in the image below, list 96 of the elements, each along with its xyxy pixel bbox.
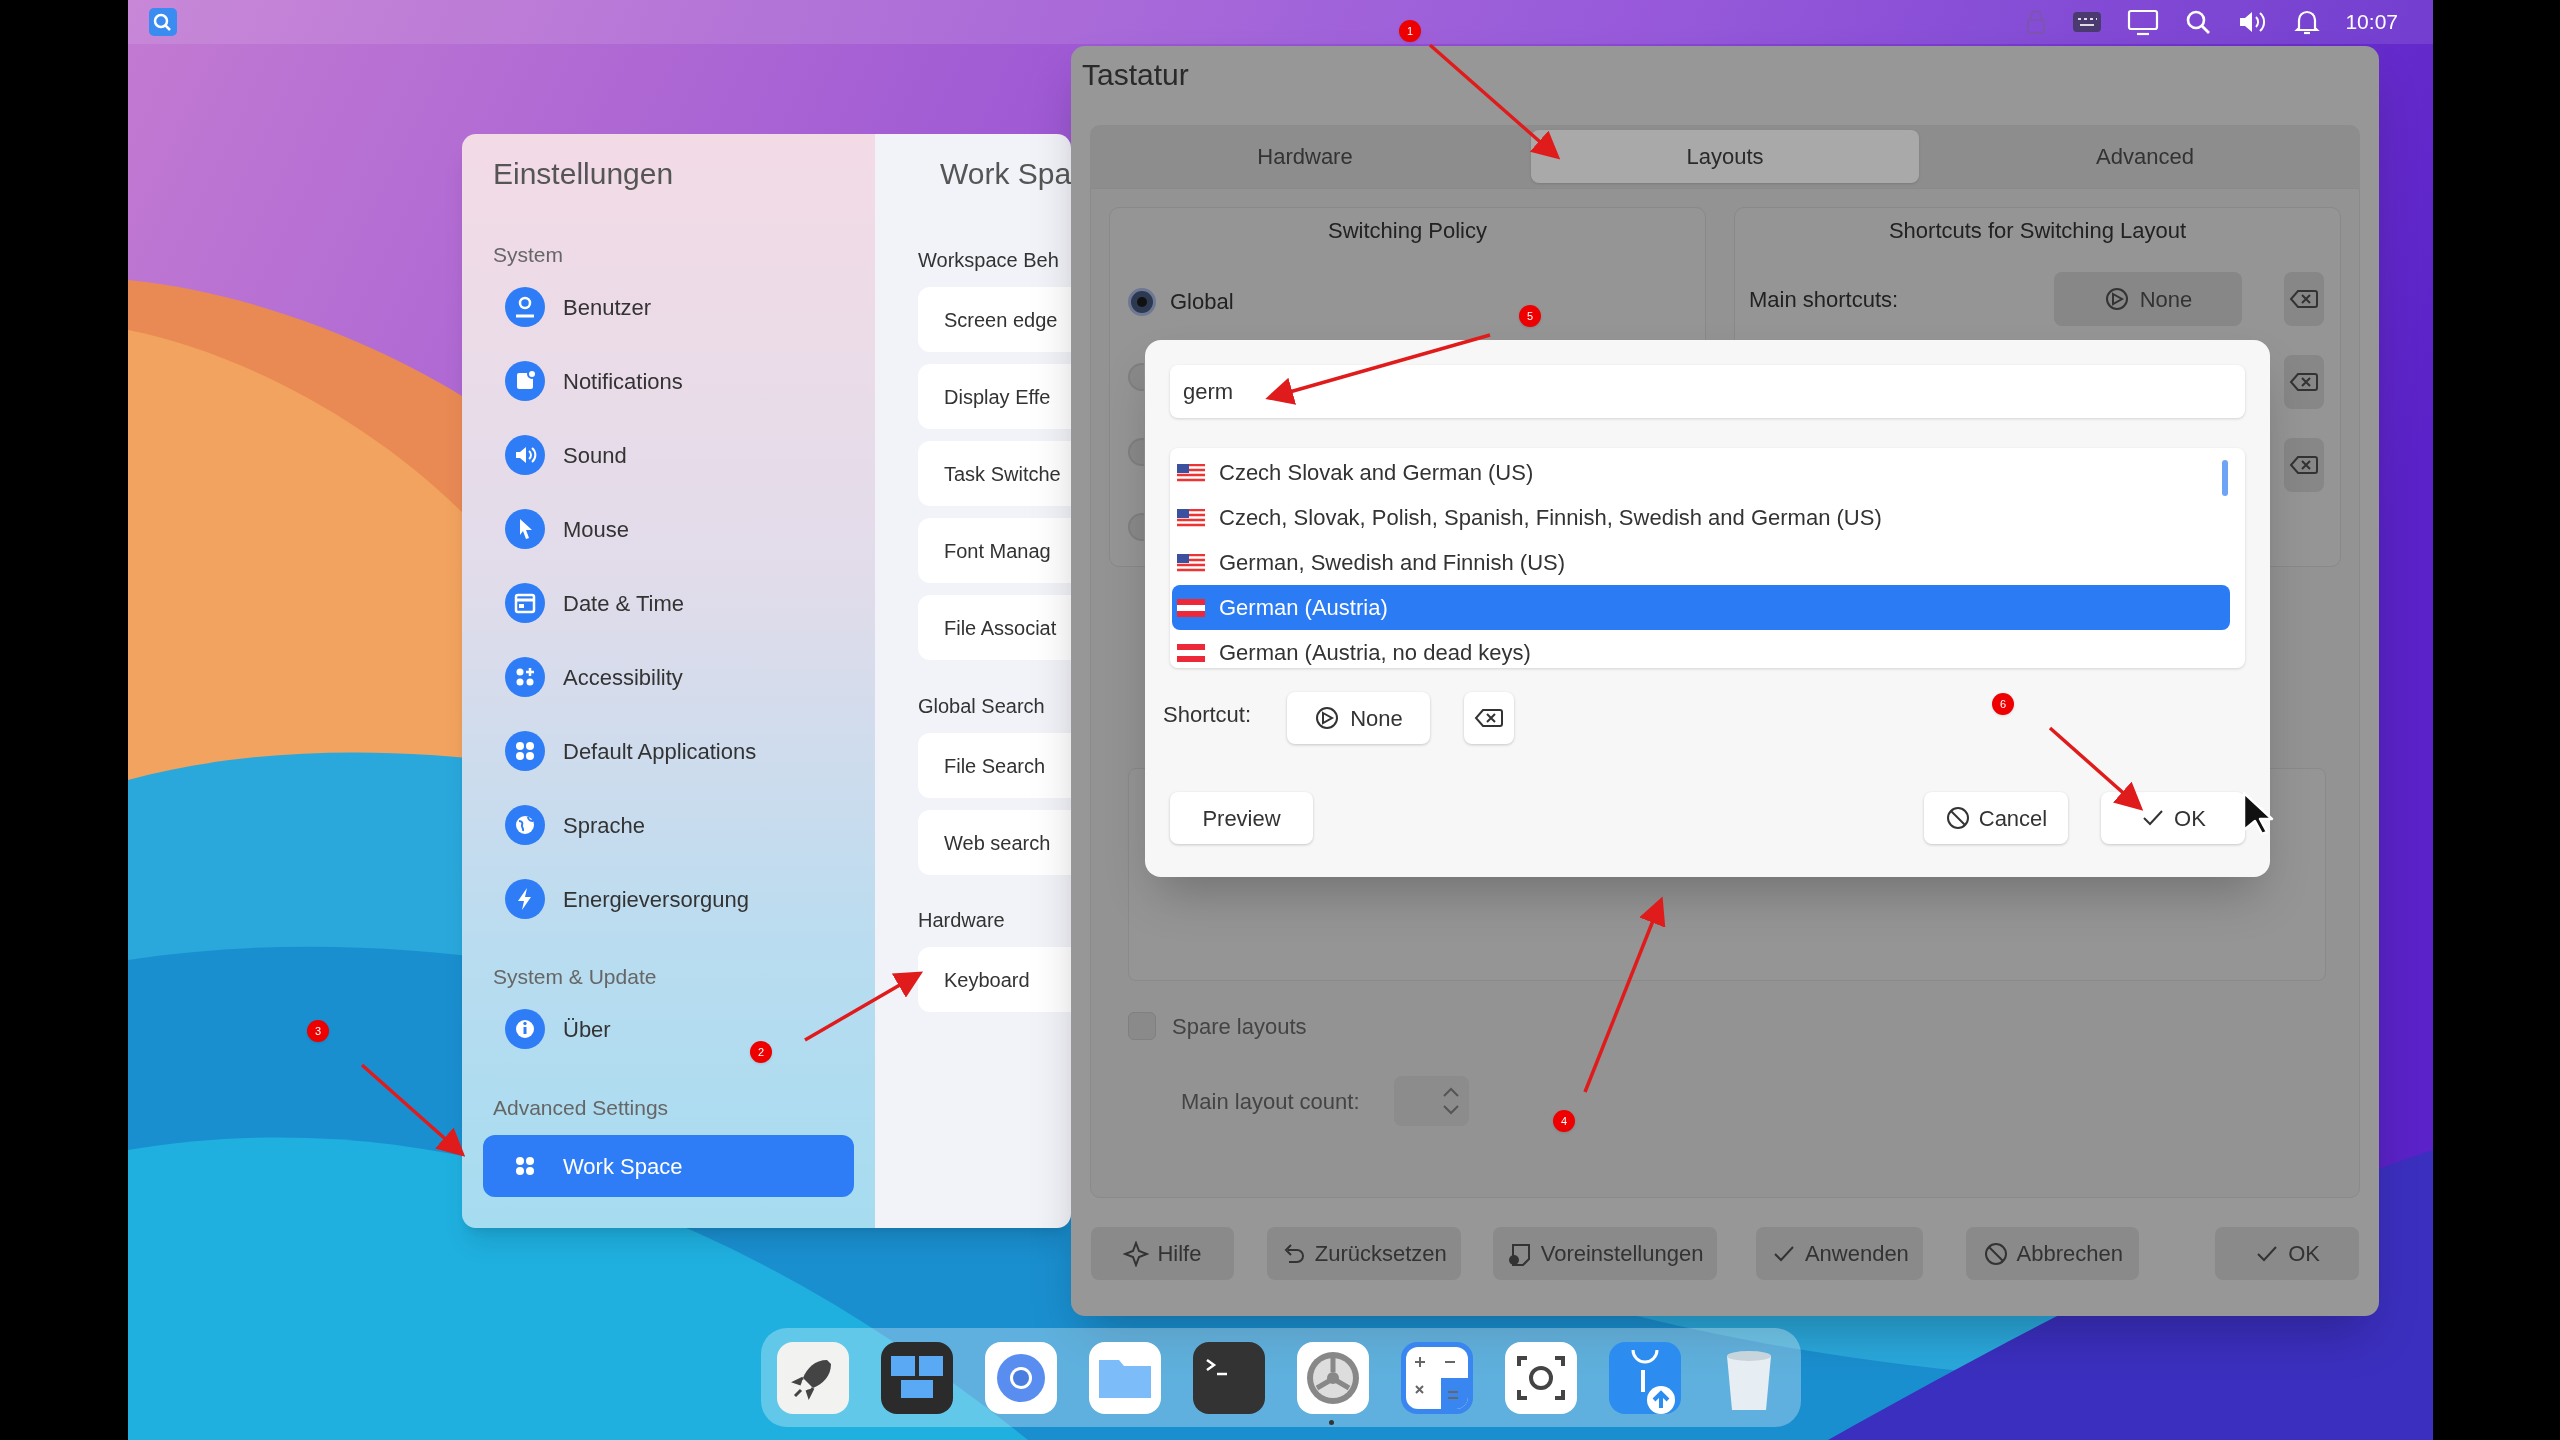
- page-title: Work Spa: [940, 156, 1071, 192]
- sidebar-item[interactable]: Energieversorgung: [462, 862, 761, 936]
- bell-icon[interactable]: [2294, 8, 2321, 36]
- browser-icon[interactable]: [985, 1341, 1057, 1414]
- notification-icon: [505, 361, 545, 401]
- dialog-button[interactable]: Voreinstellungen: [1492, 1227, 1718, 1280]
- radio-button[interactable]: [1128, 437, 1144, 466]
- shortcut-button[interactable]: None: [1287, 692, 1430, 744]
- sidebar-item[interactable]: Default Applications: [462, 714, 769, 788]
- settings-card[interactable]: Screen edge: [918, 287, 1071, 352]
- clear-button[interactable]: [1464, 692, 1514, 744]
- monitor-icon[interactable]: [2127, 8, 2160, 36]
- group-heading: Hardware: [918, 908, 1006, 933]
- clock: 10:07: [2345, 9, 2398, 36]
- radio-label: Global: [1170, 288, 1234, 316]
- dialog-button[interactable]: OK: [2101, 792, 2245, 844]
- user-icon: [505, 287, 545, 327]
- sidebar-item[interactable]: Notifications: [462, 344, 695, 418]
- running-indicator: [1329, 1420, 1334, 1425]
- scrollbar-thumb[interactable]: [2222, 460, 2228, 496]
- speaker-icon: [505, 435, 545, 475]
- pointer-icon: [505, 509, 545, 549]
- list-item[interactable]: German (Austria, no dead keys): [1172, 630, 2230, 668]
- sidebar-item[interactable]: Über: [462, 992, 623, 1066]
- radio-button[interactable]: [1128, 287, 1156, 316]
- sidebar-item[interactable]: Sound: [462, 418, 639, 492]
- grid-icon: [505, 731, 545, 771]
- dialog-button[interactable]: Zurücksetzen: [1266, 1227, 1461, 1280]
- settings-card[interactable]: File Associat: [918, 595, 1071, 660]
- sparkle-icon: [1123, 1240, 1150, 1267]
- flag-icon: [1177, 463, 1205, 482]
- settings-card[interactable]: Font Manag: [918, 518, 1071, 583]
- folder-icon[interactable]: [1089, 1341, 1161, 1414]
- section-heading: Advanced Settings: [493, 1095, 670, 1121]
- gear-icon: [1314, 705, 1341, 731]
- flag-icon: [1177, 553, 1205, 572]
- calculator-icon[interactable]: [1401, 1341, 1473, 1414]
- cancel-icon: [1982, 1240, 2009, 1267]
- dialog-button[interactable]: Hilfe: [1091, 1227, 1234, 1280]
- globe-icon: [505, 805, 545, 845]
- tab[interactable]: Hardware: [1111, 130, 1499, 183]
- list-item[interactable]: German, Swedish and Finnish (US): [1172, 540, 2230, 585]
- field-label: Shortcut:: [1163, 701, 1253, 729]
- tab[interactable]: Layouts: [1531, 130, 1919, 183]
- gear-icon: [2103, 286, 2130, 312]
- group-title: Shortcuts for Switching Layout: [1887, 218, 2188, 244]
- section-heading: System: [493, 242, 564, 268]
- flag-icon: [1177, 508, 1205, 527]
- group-heading: Workspace Beh: [918, 248, 1060, 273]
- settings-card[interactable]: Keyboard: [918, 947, 1071, 1012]
- settings-card[interactable]: Display Effe: [918, 364, 1071, 429]
- sidebar-item[interactable]: Work Space: [483, 1135, 854, 1197]
- checkbox-label: Spare layouts: [1172, 1012, 1307, 1041]
- dialog-button[interactable]: Preview: [1170, 792, 1313, 844]
- search-field[interactable]: germ: [1170, 365, 2245, 418]
- calendar-icon: [505, 583, 545, 623]
- camera-icon[interactable]: [1505, 1341, 1577, 1414]
- settings-card[interactable]: Web search: [918, 810, 1071, 875]
- launcher-icon[interactable]: [149, 8, 177, 36]
- store-icon[interactable]: [1609, 1341, 1681, 1414]
- group-heading: Global Search: [918, 694, 1046, 719]
- sidebar-item[interactable]: Sprache: [462, 788, 657, 862]
- keyboard-icon[interactable]: [2072, 10, 2103, 34]
- sidebar-item[interactable]: Mouse: [462, 492, 642, 566]
- window-title: Tastatur: [1082, 57, 1190, 93]
- flag-icon: [1177, 643, 1205, 662]
- field-label: Main layout count:: [1181, 1087, 1361, 1116]
- settings-card[interactable]: Task Switche: [918, 441, 1071, 506]
- flag-icon: [1177, 598, 1205, 617]
- window-layout-icon[interactable]: [881, 1341, 953, 1414]
- section-heading: System & Update: [493, 964, 658, 990]
- dialog-button[interactable]: OK: [2215, 1227, 2359, 1280]
- group-title: Switching Policy: [1327, 218, 1488, 244]
- apps-icon: [505, 657, 545, 697]
- cancel-icon: [1944, 805, 1971, 831]
- radio-button[interactable]: [1128, 362, 1144, 391]
- lightning-icon: [505, 879, 545, 919]
- terminal-icon[interactable]: [1193, 1341, 1265, 1414]
- tab[interactable]: Advanced: [1951, 130, 2339, 183]
- settings-card[interactable]: File Search: [918, 733, 1071, 798]
- sidebar-item[interactable]: Date & Time: [462, 566, 697, 640]
- radio-button[interactable]: [1128, 512, 1144, 541]
- list-item[interactable]: German (Austria): [1172, 585, 2230, 630]
- shortcut-button[interactable]: None: [2054, 272, 2242, 326]
- gear-icon[interactable]: [1297, 1341, 1369, 1414]
- info-icon: [505, 1009, 545, 1049]
- sidebar-item[interactable]: Accessibility: [462, 640, 695, 714]
- sidebar-item[interactable]: Benutzer: [462, 270, 664, 344]
- app-title: Einstellungen: [493, 156, 675, 192]
- list-item[interactable]: Czech, Slovak, Polish, Spanish, Finnish, Swedish and German (US): [1172, 495, 2230, 540]
- dialog-button[interactable]: Abbrechen: [1966, 1227, 2140, 1280]
- rocket-icon[interactable]: [777, 1341, 849, 1414]
- list-item[interactable]: Czech Slovak and German (US): [1172, 450, 2230, 495]
- dialog-button[interactable]: Cancel: [1924, 792, 2068, 844]
- field-label: Main shortcuts:: [1749, 285, 1900, 314]
- dialog-button[interactable]: Anwenden: [1756, 1227, 1924, 1280]
